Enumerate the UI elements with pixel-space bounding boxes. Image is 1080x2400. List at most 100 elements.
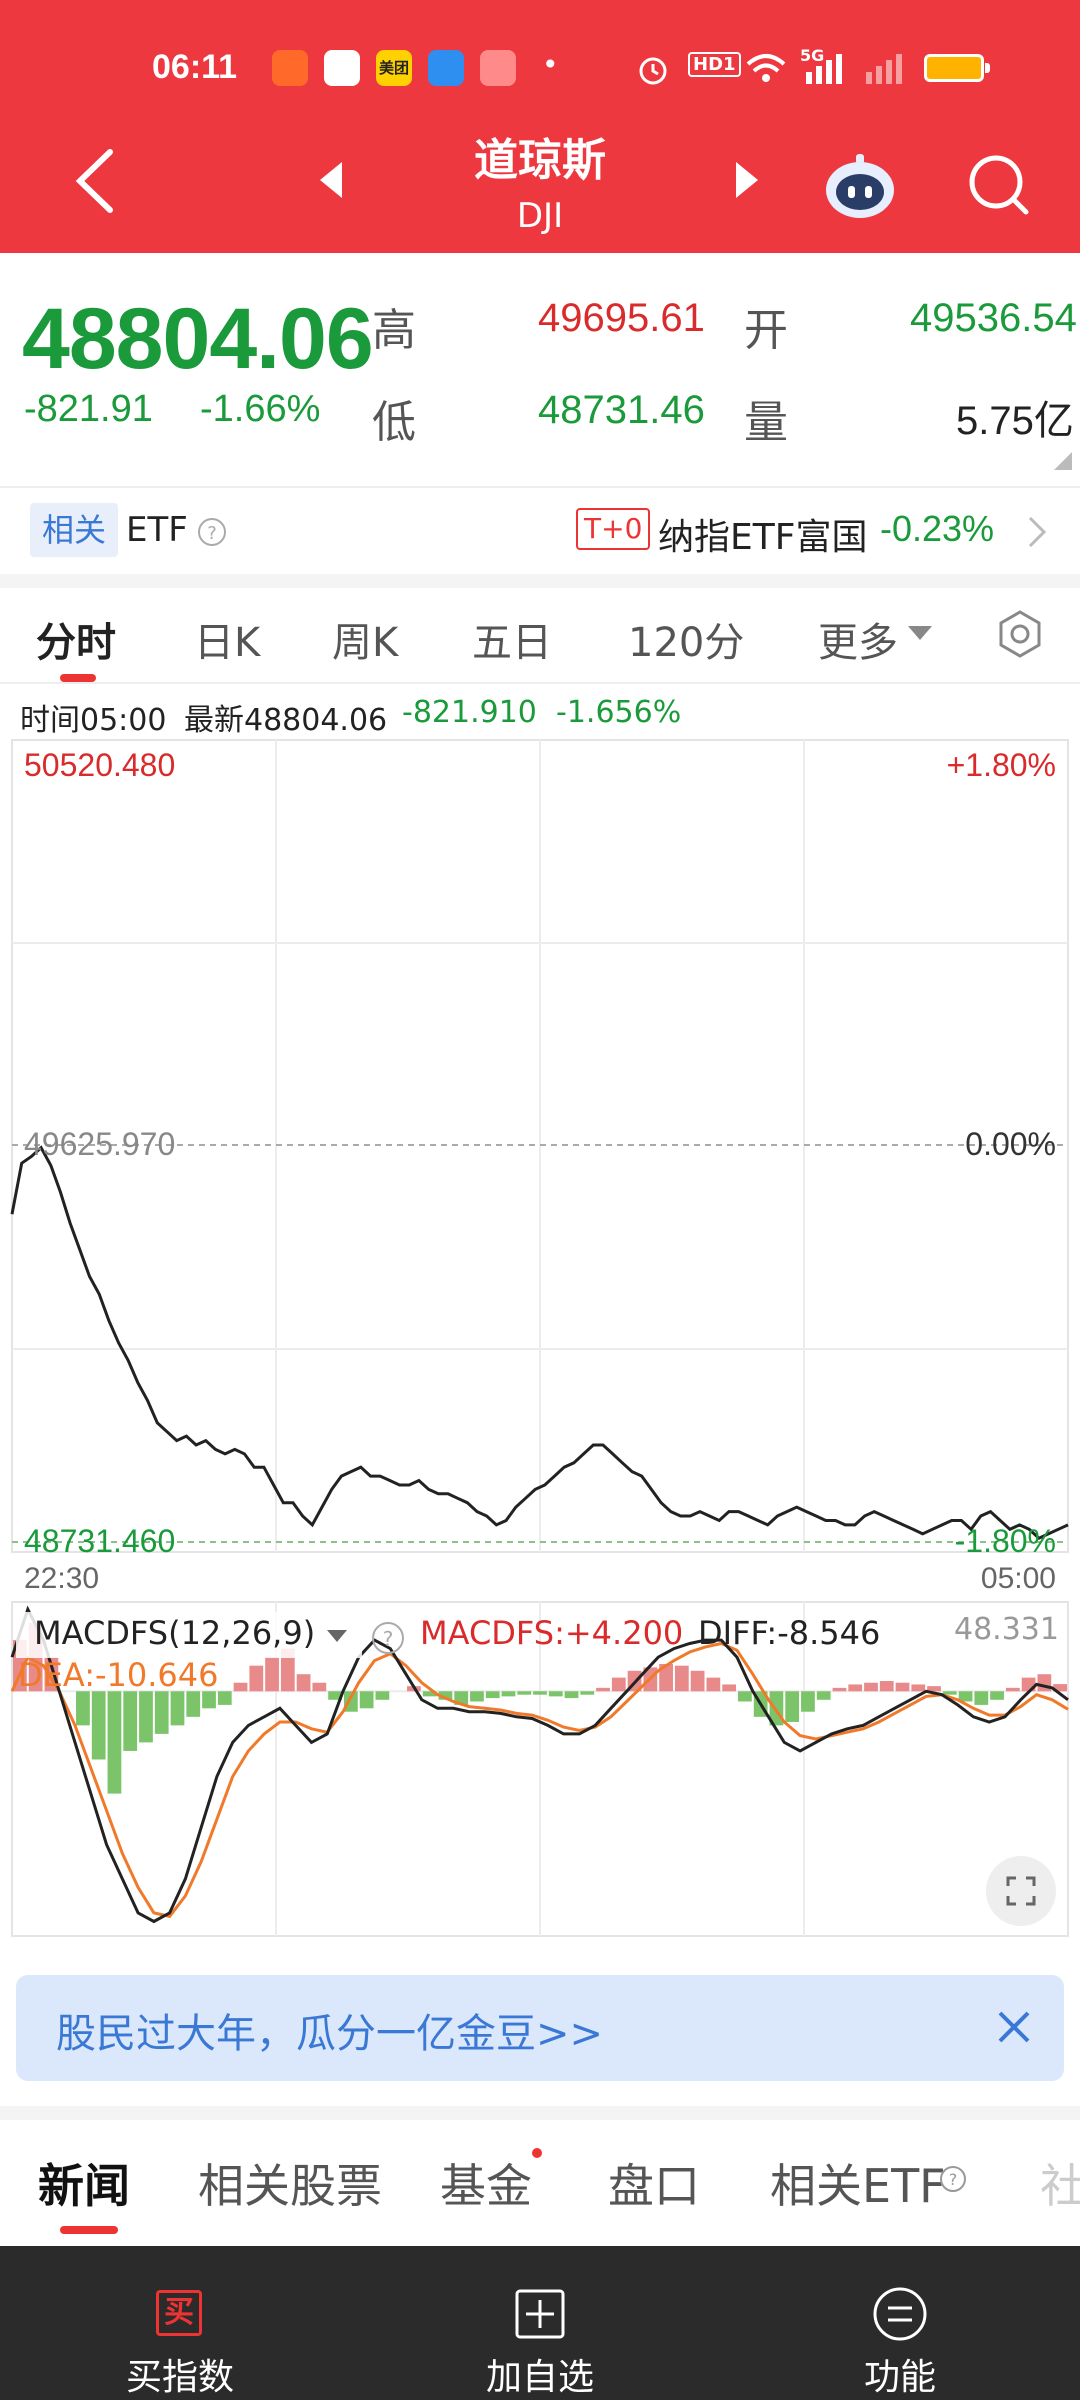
price-change: -821.91 <box>24 388 153 430</box>
functions-label: 功能 <box>863 2357 936 2398</box>
tab-weekly-k[interactable]: 周K <box>332 610 398 668</box>
macd-histogram-bar <box>217 1691 232 1705</box>
macd-indicator-name[interactable]: MACDFS(12,26,9) <box>34 1614 315 1652</box>
macd-histogram-bar <box>816 1691 831 1700</box>
expand-corner-icon[interactable] <box>1052 450 1074 472</box>
current-price: 48804.06 <box>22 291 374 387</box>
tab-related-etf[interactable]: 相关ETF <box>770 2150 946 2216</box>
tab-120min[interactable]: 120分 <box>628 610 744 668</box>
tab-daily-k[interactable]: 日K <box>194 610 260 668</box>
settings-hexagon-icon[interactable] <box>994 608 1046 660</box>
low-value: 48731.46 <box>538 388 705 432</box>
help-icon[interactable]: ? <box>196 516 228 548</box>
menu-circle-icon <box>873 2287 927 2341</box>
etf-change: -0.23% <box>880 508 995 549</box>
macd-histogram-bar <box>123 1691 138 1751</box>
info-change: -821.910 <box>402 695 537 730</box>
t0-badge: T+0 <box>576 508 651 550</box>
active-tab-indicator <box>60 674 96 682</box>
weather-icon <box>428 50 464 86</box>
macd-histogram-bar <box>296 1674 311 1692</box>
section-gap <box>0 2106 1080 2120</box>
more-notifications-icon: • <box>542 48 559 81</box>
macd-histogram-bar <box>249 1665 264 1692</box>
buy-icon: 买 <box>156 2290 202 2336</box>
open-value: 49536.54 <box>910 296 1077 340</box>
tab-news[interactable]: 新闻 <box>38 2150 130 2216</box>
nav-row: 道琼斯 DJI <box>0 120 1080 250</box>
volume-value: 5.75亿 <box>956 399 1074 443</box>
promo-text[interactable]: 股民过大年，瓜分一亿金豆>> <box>56 2001 603 2059</box>
macd-histogram-bar <box>186 1691 201 1717</box>
tab-five-day[interactable]: 五日 <box>472 610 552 668</box>
macd-histogram-bar <box>312 1682 327 1692</box>
search-icon[interactable] <box>964 150 1034 220</box>
low-label: 低 <box>372 397 416 448</box>
macd-histogram-bar <box>154 1691 169 1734</box>
alarm-icon <box>639 57 667 85</box>
dea-value: DEA:-10.646 <box>18 1656 219 1694</box>
tab-community[interactable]: 社 <box>1040 2150 1080 2216</box>
help-icon[interactable]: ? <box>938 2164 968 2194</box>
macd-histogram-bar <box>990 1691 1004 1700</box>
macd-histogram-bar <box>611 1677 626 1692</box>
header: 06:11 美团 • HD1 5G 道琼斯 DJI <box>0 0 1080 253</box>
dropdown-icon[interactable] <box>906 622 934 644</box>
close-icon[interactable] <box>992 2005 1036 2049</box>
svg-text:?: ? <box>383 1627 394 1651</box>
y-axis-top-pct-label: +1.80% <box>947 747 1056 783</box>
macd-histogram-bar <box>596 1687 610 1692</box>
tab-intraday[interactable]: 分时 <box>36 610 116 668</box>
volume-label: 量 <box>744 397 788 448</box>
plus-square-icon <box>515 2289 565 2339</box>
help-icon[interactable]: ? <box>370 1620 406 1656</box>
macd-histogram-bar <box>580 1691 595 1695</box>
robot-assistant-icon[interactable] <box>822 148 898 224</box>
macd-histogram-bar <box>107 1691 122 1794</box>
feishu-icon <box>272 50 308 86</box>
next-index-icon[interactable] <box>732 160 762 200</box>
macd-histogram-bar <box>801 1691 815 1712</box>
tab-more[interactable]: 更多 <box>818 610 898 668</box>
etf-label: ETF <box>126 510 188 550</box>
macd-histogram-bar <box>517 1691 532 1695</box>
buy-index-button[interactable]: 买 买指数 <box>30 2246 330 2400</box>
open-label: 开 <box>744 305 788 356</box>
indicator-dropdown-icon[interactable] <box>326 1628 348 1644</box>
tab-order-book[interactable]: 盘口 <box>608 2150 700 2216</box>
macd-histogram-bar <box>864 1682 878 1692</box>
macd-histogram-bar <box>501 1691 516 1697</box>
active-tab-indicator <box>60 2226 118 2234</box>
macd-histogram-bar <box>974 1691 989 1705</box>
functions-button[interactable]: 功能 <box>750 2246 1050 2400</box>
tab-funds[interactable]: 基金 <box>440 2150 532 2216</box>
macd-histogram-bar <box>911 1684 926 1692</box>
chevron-right-icon[interactable] <box>1026 514 1050 550</box>
macd-histogram-bar <box>359 1691 374 1709</box>
add-watchlist-label: 加自选 <box>485 2357 594 2398</box>
x-axis-start-label: 22:30 <box>24 1562 99 1595</box>
y-axis-top-label: 50520.480 <box>24 747 175 783</box>
intraday-chart[interactable]: 50520.480 +1.80% 49625.970 0.00% 48731.460 -1… <box>0 730 1080 1940</box>
promo-banner[interactable]: 股民过大年，瓜分一亿金豆>> <box>16 1975 1064 2081</box>
fullscreen-icon <box>1006 1876 1036 1906</box>
etf-name[interactable]: 纳指ETF富国 <box>658 508 867 560</box>
fullscreen-button[interactable] <box>986 1856 1056 1926</box>
macd-histogram-bar <box>738 1691 752 1702</box>
macd-histogram-bar <box>139 1691 153 1743</box>
macd-histogram-bar <box>1005 1687 1020 1692</box>
macd-histogram-bar <box>879 1681 894 1692</box>
section-gap <box>0 574 1080 588</box>
status-time: 06:11 <box>152 48 238 86</box>
y-axis-mid-label: 49625.970 <box>24 1126 175 1162</box>
macd-histogram-bar <box>832 1687 847 1692</box>
macd-histogram-bar <box>785 1691 800 1722</box>
macd-histogram-bar <box>690 1670 705 1692</box>
hd-icon: HD1 <box>688 52 741 77</box>
home-app-icon <box>324 50 360 86</box>
add-watchlist-button[interactable]: 加自选 <box>390 2246 690 2400</box>
signal-icon <box>806 54 902 84</box>
status-bar: 06:11 美团 • HD1 5G <box>0 40 1080 100</box>
svg-text:?: ? <box>949 2170 958 2189</box>
tab-related-stocks[interactable]: 相关股票 <box>198 2150 382 2216</box>
